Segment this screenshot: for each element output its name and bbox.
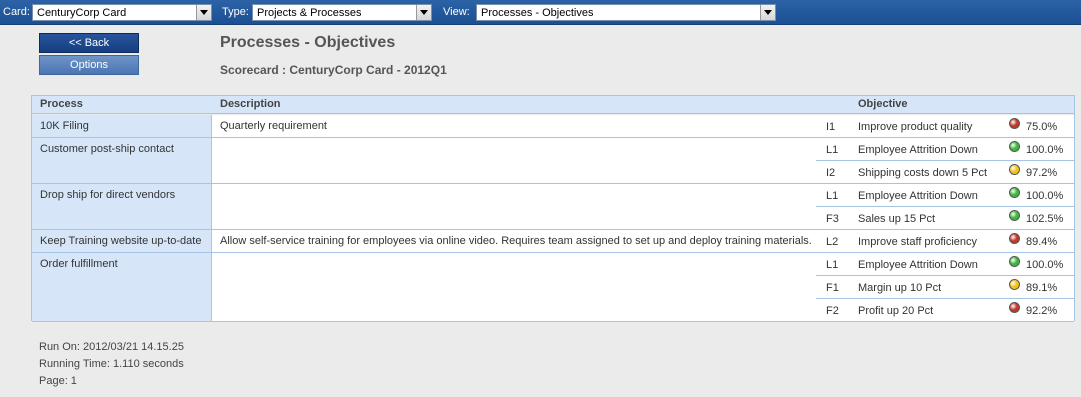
objective-name[interactable]: Profit up 20 Pct <box>858 305 933 317</box>
status-indicator-icon <box>1009 164 1020 175</box>
card-select-value: CenturyCorp Card <box>37 7 127 19</box>
back-button[interactable]: << Back <box>39 33 139 53</box>
table-row[interactable]: L1 Employee Attrition Down 100.0% <box>816 184 1074 207</box>
status-indicator-icon <box>1009 210 1020 221</box>
table-row[interactable]: L2 Improve staff proficiency 89.4% <box>816 230 1074 253</box>
table-row[interactable]: F1 Margin up 10 Pct 89.1% <box>816 276 1074 299</box>
description-text: Allow self-service training for employee… <box>220 235 812 247</box>
page-title: Processes - Objectives <box>220 34 396 51</box>
type-select-value: Projects & Processes <box>257 7 362 19</box>
description-cell: Quarterly requirement <box>212 115 816 138</box>
process-cell: Customer post-ship contact <box>32 138 212 184</box>
objective-name[interactable]: Shipping costs down 5 Pct <box>858 167 987 179</box>
objectives-table: Process Description Objective 10K Filing… <box>31 95 1075 322</box>
process-name[interactable]: Keep Training website up-to-date <box>40 235 201 247</box>
objective-name[interactable]: Employee Attrition Down <box>858 190 978 202</box>
page-subtitle: Scorecard : CenturyCorp Card - 2012Q1 <box>220 63 447 77</box>
description-cell: Allow self-service training for employee… <box>212 230 816 253</box>
card-label: Card: <box>3 6 30 18</box>
header-description: Description <box>220 98 281 110</box>
process-name[interactable]: Drop ship for direct vendors <box>40 189 175 201</box>
status-indicator-icon <box>1009 279 1020 290</box>
objective-percent: 89.1% <box>1026 282 1058 294</box>
chevron-down-icon[interactable] <box>196 5 211 20</box>
table-row[interactable]: L1 Employee Attrition Down 100.0% <box>816 253 1074 276</box>
table-row[interactable]: L1 Employee Attrition Down 100.0% <box>816 138 1074 161</box>
process-cell: Keep Training website up-to-date <box>32 230 212 253</box>
filter-bar: Card: CenturyCorp Card Type: Projects & … <box>0 0 1081 25</box>
process-name[interactable]: Order fulfillment <box>40 258 118 270</box>
objective-code: F1 <box>826 282 839 294</box>
objective-code: L2 <box>826 236 839 248</box>
objective-code: F3 <box>826 213 839 225</box>
objective-name[interactable]: Employee Attrition Down <box>858 259 978 271</box>
process-cell: Drop ship for direct vendors <box>32 184 212 230</box>
card-select[interactable]: CenturyCorp Card <box>32 4 212 21</box>
table-row[interactable]: I1 Improve product quality 75.0% <box>816 115 1074 138</box>
table-row[interactable]: I2 Shipping costs down 5 Pct 97.2% <box>816 161 1074 184</box>
status-indicator-icon <box>1009 118 1020 129</box>
status-indicator-icon <box>1009 302 1020 313</box>
process-name[interactable]: 10K Filing <box>40 120 89 132</box>
objective-percent: 100.0% <box>1026 144 1064 156</box>
type-label: Type: <box>222 6 249 18</box>
description-cell <box>212 184 816 230</box>
status-indicator-icon <box>1009 141 1020 152</box>
status-indicator-icon <box>1009 187 1020 198</box>
description-text: Quarterly requirement <box>220 120 327 132</box>
objective-percent: 97.2% <box>1026 167 1058 179</box>
objective-percent: 100.0% <box>1026 190 1064 202</box>
description-cell <box>212 138 816 184</box>
objective-name[interactable]: Employee Attrition Down <box>858 144 978 156</box>
status-indicator-icon <box>1009 256 1020 267</box>
running-time-text: Running Time: 1.110 seconds <box>39 358 184 370</box>
page-number-text: Page: 1 <box>39 375 77 387</box>
objective-code: L1 <box>826 259 839 271</box>
objective-name[interactable]: Improve product quality <box>858 121 972 133</box>
header-process: Process <box>40 98 83 110</box>
process-cell: Order fulfillment <box>32 253 212 322</box>
objective-name[interactable]: Improve staff proficiency <box>858 236 977 248</box>
table-row[interactable]: F2 Profit up 20 Pct 92.2% <box>816 299 1074 322</box>
type-select[interactable]: Projects & Processes <box>252 4 432 21</box>
objective-percent: 102.5% <box>1026 213 1064 225</box>
objective-percent: 75.0% <box>1026 121 1058 133</box>
objective-code: L1 <box>826 190 839 202</box>
chevron-down-icon[interactable] <box>416 5 431 20</box>
objective-percent: 92.2% <box>1026 305 1058 317</box>
objective-name[interactable]: Sales up 15 Pct <box>858 213 935 225</box>
header-objective: Objective <box>858 98 908 110</box>
process-name[interactable]: Customer post-ship contact <box>40 143 174 155</box>
objective-percent: 89.4% <box>1026 236 1058 248</box>
objective-code: F2 <box>826 305 839 317</box>
status-indicator-icon <box>1009 233 1020 244</box>
objective-code: I2 <box>826 167 836 179</box>
view-select[interactable]: Processes - Objectives <box>476 4 776 21</box>
view-select-value: Processes - Objectives <box>481 7 594 19</box>
chevron-down-icon[interactable] <box>760 5 775 20</box>
run-on-text: Run On: 2012/03/21 14.15.25 <box>39 341 184 353</box>
description-cell <box>212 253 816 322</box>
objective-percent: 100.0% <box>1026 259 1064 271</box>
view-label: View: <box>443 6 470 18</box>
table-row[interactable]: F3 Sales up 15 Pct 102.5% <box>816 207 1074 230</box>
options-button[interactable]: Options <box>39 55 139 75</box>
process-cell: 10K Filing <box>32 115 212 138</box>
objective-code: L1 <box>826 144 839 156</box>
table-header: Process Description Objective <box>32 96 1074 114</box>
objective-name[interactable]: Margin up 10 Pct <box>858 282 941 294</box>
objective-code: I1 <box>826 121 836 133</box>
